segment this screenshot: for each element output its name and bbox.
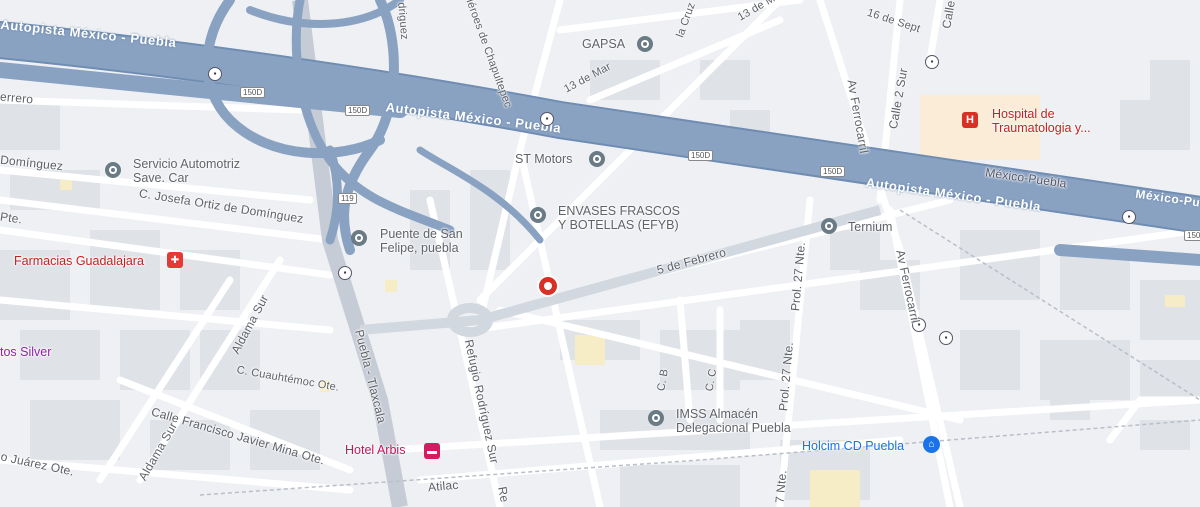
route-shield-150d: 150D [240,87,266,98]
poi-hospital-line2: Traumatologia y... [992,120,1091,135]
hospital-icon[interactable]: H [962,112,978,128]
poi-servicio-line1: Servicio Automotriz [133,157,240,171]
bus-stop-icon[interactable]: ▪ [925,55,939,69]
poi-puente-line2: Felipe, puebla [380,240,459,255]
poi-hospital[interactable]: Hospital de Traumatologia y... [992,107,1091,136]
bus-stop-icon[interactable]: ▪ [939,331,953,345]
route-shield-150d: 150D [345,105,371,116]
pharmacy-icon[interactable]: ✚ [167,252,183,268]
poi-holcim[interactable]: Holcim CD Puebla [802,439,904,454]
street-label: errero [0,89,34,107]
poi-servicio-line2: Save. Car [133,170,189,185]
bus-stop-icon[interactable]: ▪ [540,112,554,126]
bus-stop-icon[interactable]: ▪ [208,67,222,81]
poi-farmacias-guadalajara[interactable]: Farmacias Guadalajara [14,254,144,269]
map-canvas[interactable]: Autopista México - Puebla Autopista Méxi… [0,0,1200,507]
poi-puente-line1: Puente de San [380,227,463,241]
bus-stop-icon[interactable]: ▪ [338,266,352,280]
poi-imss-line1: IMSS Almacén [676,407,758,421]
poi-imss-line2: Delegacional Puebla [676,420,791,435]
poi-envases-line1: ENVASES FRASCOS [558,204,681,218]
route-shield-150d: 150D [820,166,846,177]
poi-imss-almacen[interactable]: IMSS Almacén Delegacional Puebla [676,407,791,436]
poi-ternium[interactable]: Ternium [848,220,892,235]
poi-envases[interactable]: ENVASES FRASCOS Y BOTELLAS (EFYB) [558,204,681,233]
place-marker-icon[interactable] [821,218,837,234]
route-shield-150: 150 [1184,230,1200,241]
poi-servicio-automotriz[interactable]: Servicio Automotriz Save. Car [133,157,240,186]
place-marker-icon[interactable] [648,410,664,426]
place-marker-icon[interactable] [530,207,546,223]
route-shield-150d: 150D [688,150,714,161]
poi-hotel-arbis[interactable]: Hotel Arbis [345,443,405,458]
poi-st-motors[interactable]: ST Motors [515,152,572,167]
route-shield-119: 119 [338,193,357,204]
street-label: Atilac [427,477,460,495]
poi-envases-line2: Y BOTELLAS (EFYB) [558,217,679,232]
place-marker-icon[interactable] [351,230,367,246]
poi-puente-san-felipe[interactable]: Puente de San Felipe, puebla [380,227,463,256]
store-icon[interactable] [637,36,653,52]
poi-hospital-line1: Hospital de [992,107,1055,121]
store-icon[interactable]: ⌂ [923,436,940,453]
poi-gapsa[interactable]: GAPSA [582,37,625,52]
street-label: Re [495,485,512,504]
location-pin-icon[interactable] [539,277,557,295]
store-icon[interactable] [589,151,605,167]
poi-tos-silver[interactable]: tos Silver [0,345,51,360]
street-label: Pte. [0,209,24,227]
bus-stop-icon[interactable]: ▪ [1122,210,1136,224]
store-icon[interactable] [105,162,121,178]
hotel-icon[interactable]: ▬ [424,443,440,459]
